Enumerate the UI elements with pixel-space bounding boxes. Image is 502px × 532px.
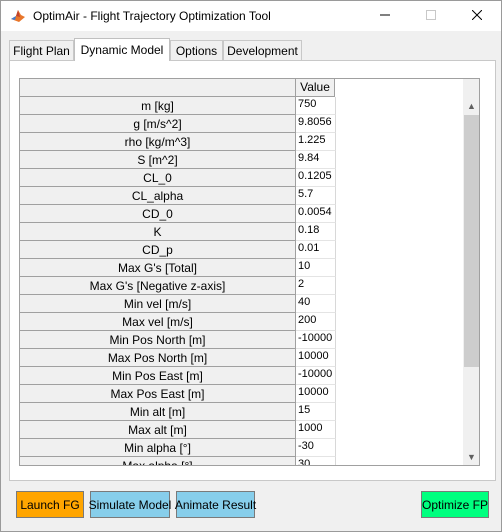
vertical-scrollbar[interactable]: ▲ ▼	[463, 79, 479, 465]
row-header: CD_0	[20, 205, 296, 223]
value-cell[interactable]: 0.01	[296, 241, 336, 259]
animate-result-label: Animate Result	[174, 497, 257, 512]
launch-fg-button[interactable]: Launch FG	[16, 491, 84, 518]
tab-options[interactable]: Options	[170, 40, 223, 60]
tab-development[interactable]: Development	[223, 40, 302, 60]
table-row: S [m^2] 9.84	[20, 151, 336, 169]
table-row: rho [kg/m^3] 1.225	[20, 133, 336, 151]
value-cell[interactable]: -10000	[296, 331, 336, 349]
value-cell[interactable]: 0.18	[296, 223, 336, 241]
row-header: S [m^2]	[20, 151, 296, 169]
parameter-table: Value m [kg] 750 g [m/s^2] 9.8056 rho [kg/m^…	[19, 78, 480, 466]
table-row: Max G's [Total] 10	[20, 259, 336, 277]
scroll-down-icon[interactable]: ▼	[463, 448, 479, 465]
title-bar: OptimAir - Flight Trajectory Optimizatio…	[0, 0, 502, 31]
table-corner-header	[20, 79, 296, 97]
row-header: Max Pos East [m]	[20, 385, 296, 403]
row-header: Min Pos East [m]	[20, 367, 296, 385]
simulate-model-button[interactable]: Simulate Model	[88, 491, 172, 518]
row-header: Min Pos North [m]	[20, 331, 296, 349]
optimize-fp-label: Optimize FP	[422, 497, 489, 512]
table-row: K 0.18	[20, 223, 336, 241]
table-row: Max alt [m] 1000	[20, 421, 336, 439]
value-cell[interactable]: -10000	[296, 367, 336, 385]
table-row: m [kg] 750	[20, 97, 336, 115]
tab-label: Flight Plan	[13, 43, 70, 58]
table-row: Max Pos North [m] 10000	[20, 349, 336, 367]
table-row: Max alpha [°] 30	[20, 457, 336, 465]
minimize-icon	[380, 9, 390, 23]
tab-label: Dynamic Model	[80, 43, 164, 57]
value-cell[interactable]: 9.8056	[296, 115, 336, 133]
table-row: Min alpha [°] -30	[20, 439, 336, 457]
value-cell[interactable]: 10	[296, 259, 336, 277]
maximize-icon	[426, 9, 436, 23]
table-row: CL_0 0.1205	[20, 169, 336, 187]
table-row: Max Pos East [m] 10000	[20, 385, 336, 403]
row-header: CL_alpha	[20, 187, 296, 205]
table-row: CD_p 0.01	[20, 241, 336, 259]
optimize-fp-button[interactable]: Optimize FP	[421, 491, 489, 518]
row-header: CD_p	[20, 241, 296, 259]
value-cell[interactable]: 2	[296, 277, 336, 295]
minimize-button[interactable]	[362, 1, 408, 31]
table-row: Max vel [m/s] 200	[20, 313, 336, 331]
table-row: CL_alpha 5.7	[20, 187, 336, 205]
value-cell[interactable]: 1000	[296, 421, 336, 439]
tab-dynamic-model[interactable]: Dynamic Model	[74, 38, 170, 61]
table-row: g [m/s^2] 9.8056	[20, 115, 336, 133]
tab-label: Options	[175, 43, 218, 58]
animate-result-button[interactable]: Animate Result	[174, 491, 257, 518]
launch-fg-label: Launch FG	[20, 497, 80, 512]
value-cell[interactable]: 40	[296, 295, 336, 313]
value-cell[interactable]: 9.84	[296, 151, 336, 169]
scroll-up-icon[interactable]: ▲	[463, 97, 479, 114]
value-cell[interactable]: 5.7	[296, 187, 336, 205]
value-cell[interactable]: 15	[296, 403, 336, 421]
table-row: CD_0 0.0054	[20, 205, 336, 223]
row-header: Min alpha [°]	[20, 439, 296, 457]
row-header: rho [kg/m^3]	[20, 133, 296, 151]
value-cell[interactable]: -30	[296, 439, 336, 457]
tab-flight-plan[interactable]: Flight Plan	[9, 40, 74, 60]
row-header: Max alpha [°]	[20, 457, 296, 465]
table-row: Min alt [m] 15	[20, 403, 336, 421]
row-header: Max G's [Total]	[20, 259, 296, 277]
row-header: Max alt [m]	[20, 421, 296, 439]
value-cell[interactable]: 0.0054	[296, 205, 336, 223]
value-cell[interactable]: 10000	[296, 385, 336, 403]
row-header: K	[20, 223, 296, 241]
matlab-app-icon	[10, 8, 26, 24]
value-cell[interactable]: 1.225	[296, 133, 336, 151]
window-title: OptimAir - Flight Trajectory Optimizatio…	[33, 9, 271, 23]
close-icon	[471, 9, 483, 23]
table-row: Max G's [Negative z-axis] 2	[20, 277, 336, 295]
value-cell[interactable]: 750	[296, 97, 336, 115]
tab-label: Development	[227, 43, 298, 58]
value-cell[interactable]: 30	[296, 457, 336, 465]
value-cell[interactable]: 0.1205	[296, 169, 336, 187]
scrollbar-thumb[interactable]	[464, 115, 479, 367]
row-header: Min alt [m]	[20, 403, 296, 421]
row-header: Max vel [m/s]	[20, 313, 296, 331]
simulate-model-label: Simulate Model	[88, 497, 172, 512]
value-column-header: Value	[296, 79, 335, 97]
row-header: m [kg]	[20, 97, 296, 115]
maximize-button[interactable]	[408, 1, 454, 31]
table-row: Min Pos East [m] -10000	[20, 367, 336, 385]
value-cell[interactable]: 10000	[296, 349, 336, 367]
table-row: Min Pos North [m] -10000	[20, 331, 336, 349]
row-header: CL_0	[20, 169, 296, 187]
row-header: Min vel [m/s]	[20, 295, 296, 313]
value-cell[interactable]: 200	[296, 313, 336, 331]
row-header: Max Pos North [m]	[20, 349, 296, 367]
row-header: Max G's [Negative z-axis]	[20, 277, 296, 295]
row-header: g [m/s^2]	[20, 115, 296, 133]
table-row: Min vel [m/s] 40	[20, 295, 336, 313]
close-button[interactable]	[454, 1, 500, 31]
